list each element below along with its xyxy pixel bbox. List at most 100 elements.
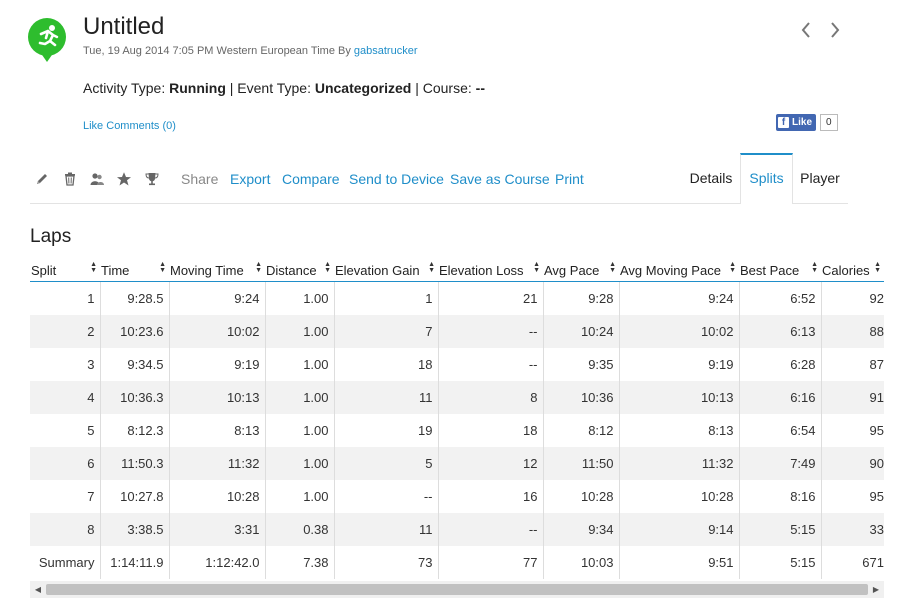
facebook-like-count: 0	[820, 114, 838, 131]
column-header[interactable]: Elevation Gain ▲ ▼	[334, 259, 438, 282]
column-header[interactable]: Moving Time ▲ ▼	[169, 259, 265, 282]
table-cell: 9:28	[543, 281, 620, 315]
table-cell: 11:50	[543, 447, 620, 480]
send-to-device-button[interactable]: Send to Device	[349, 171, 444, 187]
column-header[interactable]: Best Pace ▲ ▼	[739, 259, 821, 282]
sort-icon[interactable]: ▲ ▼	[729, 261, 736, 274]
table-cell: 9:24	[169, 281, 266, 315]
table-cell: 6:13	[739, 315, 822, 348]
table-cell: 10:23.6	[100, 315, 170, 348]
export-button[interactable]: Export	[230, 171, 270, 187]
people-icon[interactable]	[89, 171, 105, 187]
save-as-course-button[interactable]: Save as Course	[450, 171, 550, 187]
column-header[interactable]: Distance ▲ ▼	[265, 259, 334, 282]
share-button[interactable]: Share	[181, 171, 218, 187]
horizontal-scrollbar[interactable]: ◀ ▶	[30, 581, 884, 598]
table-cell: 1	[30, 281, 101, 315]
trophy-icon[interactable]	[144, 171, 160, 187]
column-header-label: Calories	[822, 262, 870, 278]
table-cell: 1.00	[265, 447, 335, 480]
tab-player[interactable]: Player	[792, 154, 848, 203]
facebook-like-button[interactable]: f Like	[776, 114, 817, 131]
social-links: Like Comments (0)	[83, 120, 176, 132]
table-row: 4 10:36.3 10:13 1.00 11 8 10:36 10:13 6:16 91	[30, 381, 884, 414]
table-cell: 2	[30, 315, 101, 348]
sort-icon[interactable]: ▲ ▼	[874, 261, 881, 274]
running-person-icon	[28, 18, 68, 63]
table-cell: 3	[30, 348, 101, 381]
print-button[interactable]: Print	[555, 171, 584, 187]
scroll-left-icon[interactable]: ◀	[30, 581, 46, 598]
table-cell: 33	[821, 513, 884, 546]
table-cell: 5	[334, 447, 439, 480]
previous-activity-button[interactable]	[800, 18, 812, 47]
column-header[interactable]: Avg Pace ▲ ▼	[543, 259, 619, 282]
course-label: | Course:	[411, 80, 476, 96]
table-cell: 5	[30, 414, 101, 447]
page-title: Untitled	[83, 13, 165, 40]
sort-icon[interactable]: ▲ ▼	[159, 261, 166, 274]
table-cell: 18	[438, 414, 544, 447]
table-cell: 1	[334, 281, 439, 315]
table-cell: 8	[30, 513, 101, 546]
table-row: 8 3:38.5 3:31 0.38 11 -- 9:34 9:14 5:15 33	[30, 513, 884, 546]
table-cell: 11:32	[619, 447, 740, 480]
sort-icon[interactable]: ▲ ▼	[90, 261, 97, 274]
author-link[interactable]: gabsatrucker	[354, 45, 418, 57]
column-header-label: Elevation Gain	[335, 262, 420, 278]
table-cell: 6:28	[739, 348, 822, 381]
column-header-label: Time	[101, 262, 130, 278]
table-row: 3 9:34.5 9:19 1.00 18 -- 9:35 9:19 6:28 87	[30, 348, 884, 381]
column-header-label: Avg Moving Pace	[620, 262, 721, 278]
column-header[interactable]: Split ▲ ▼	[30, 259, 100, 282]
table-cell: 6:52	[739, 281, 822, 315]
table-cell: 87	[869, 357, 884, 372]
compare-button[interactable]: Compare	[282, 171, 340, 187]
sort-icon[interactable]: ▲ ▼	[255, 261, 262, 274]
column-header-label: Moving Time	[170, 262, 244, 278]
column-header[interactable]: Time ▲ ▼	[100, 259, 169, 282]
table-cell: 11	[334, 381, 439, 414]
scroll-right-icon[interactable]: ▶	[868, 581, 884, 598]
table-cell: 95	[869, 423, 884, 438]
sort-icon[interactable]: ▲ ▼	[324, 261, 331, 274]
activity-type-value: Running	[169, 80, 226, 96]
table-cell: 11:50.3	[100, 447, 170, 480]
activity-info: Activity Type: Running | Event Type: Unc…	[83, 80, 485, 96]
table-cell: 6:16	[739, 381, 822, 414]
column-header[interactable]: Avg Moving Pace ▲ ▼	[619, 259, 739, 282]
table-cell: 6:54	[739, 414, 822, 447]
column-header-label: Avg Pace	[544, 262, 600, 278]
trash-icon[interactable]	[62, 171, 78, 187]
sort-icon[interactable]: ▲ ▼	[428, 261, 435, 274]
column-header[interactable]: Elevation Loss ▲ ▼	[438, 259, 543, 282]
star-icon[interactable]	[116, 171, 132, 187]
like-link[interactable]: Like	[83, 120, 103, 132]
comments-link[interactable]: Comments (0)	[106, 120, 176, 132]
sort-icon[interactable]: ▲ ▼	[811, 261, 818, 274]
table-cell: 90	[821, 447, 884, 480]
column-header[interactable]: Calories ▲ ▼	[821, 259, 884, 282]
date-text: Tue, 19 Aug 2014 7:05 PM Western Europea…	[83, 45, 354, 57]
table-cell: 9:19	[169, 348, 266, 381]
next-activity-button[interactable]	[829, 18, 841, 47]
table-cell: 1.00	[265, 281, 335, 315]
column-header-label: Best Pace	[740, 262, 800, 278]
scrollbar-thumb[interactable]	[46, 584, 868, 595]
table-cell: 10:28	[169, 480, 266, 513]
sort-icon[interactable]: ▲ ▼	[533, 261, 540, 274]
table-cell: 18	[334, 348, 439, 381]
chevron-left-icon	[801, 22, 810, 38]
table-cell: 10:28	[619, 480, 740, 513]
tab-details[interactable]: Details	[682, 154, 740, 203]
table-cell: 21	[438, 281, 544, 315]
table-cell: 671	[862, 555, 884, 570]
sort-icon[interactable]: ▲ ▼	[609, 261, 616, 274]
column-header-label: Split	[31, 262, 57, 278]
tab-splits[interactable]: Splits	[740, 153, 793, 204]
table-cell: --	[438, 315, 544, 348]
table-cell: 10:13	[169, 381, 266, 414]
pencil-icon[interactable]	[34, 171, 50, 187]
table-cell: 7	[30, 480, 101, 513]
table-cell: 9:35	[543, 348, 620, 381]
